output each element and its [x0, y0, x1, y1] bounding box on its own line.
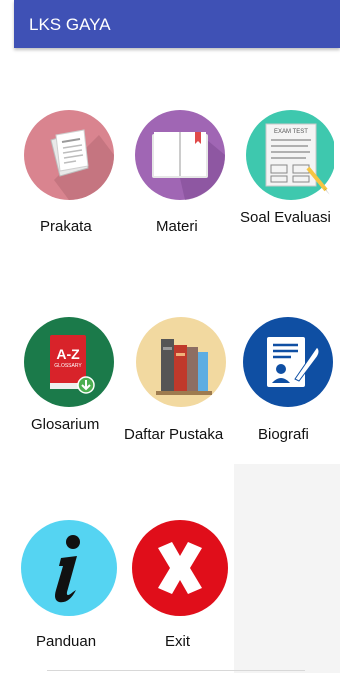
app-title: LKS GAYA	[29, 15, 111, 34]
menu-label-biografi: Biografi	[258, 426, 309, 443]
info-icon	[21, 520, 117, 616]
empty-panel	[234, 464, 340, 673]
document-icon	[24, 110, 114, 200]
menu-item-soal-evaluasi[interactable]: EXAM TEST Soal Evaluasi	[230, 100, 340, 240]
book-icon	[135, 110, 225, 200]
menu-label-soal-evaluasi: Soal Evaluasi	[240, 209, 331, 226]
divider	[47, 670, 305, 671]
menu-item-biografi[interactable]: Biografi	[235, 305, 340, 445]
biography-icon	[243, 317, 333, 407]
app-bar: LKS GAYA	[14, 0, 340, 48]
glossary-book-icon: A-Z GLOSSARY	[24, 317, 114, 407]
menu-item-panduan[interactable]: Panduan	[0, 515, 120, 655]
menu-item-glosarium[interactable]: A-Z GLOSSARY Glosarium	[0, 305, 120, 445]
menu-label-panduan: Panduan	[36, 633, 97, 650]
menu-label-glosarium: Glosarium	[31, 416, 100, 433]
menu-label-exit: Exit	[165, 633, 191, 650]
books-icon	[136, 317, 226, 407]
menu-item-materi[interactable]: Materi	[120, 100, 230, 240]
exam-sheet-title: EXAM TEST	[274, 129, 308, 135]
exit-icon	[132, 520, 228, 616]
menu-label-daftar-pustaka: Daftar Pustaka	[124, 426, 224, 443]
menu-label-materi: Materi	[156, 218, 198, 235]
glossary-word-text: GLOSSARY	[54, 363, 82, 369]
menu-item-prakata[interactable]: Prakata	[0, 100, 120, 240]
exam-sheet-icon: EXAM TEST	[246, 110, 334, 200]
menu-label-prakata: Prakata	[40, 218, 92, 235]
menu-item-daftar-pustaka[interactable]: Daftar Pustaka	[120, 305, 235, 445]
menu-item-exit[interactable]: Exit	[120, 515, 234, 655]
glossary-az-text: A-Z	[56, 346, 80, 362]
